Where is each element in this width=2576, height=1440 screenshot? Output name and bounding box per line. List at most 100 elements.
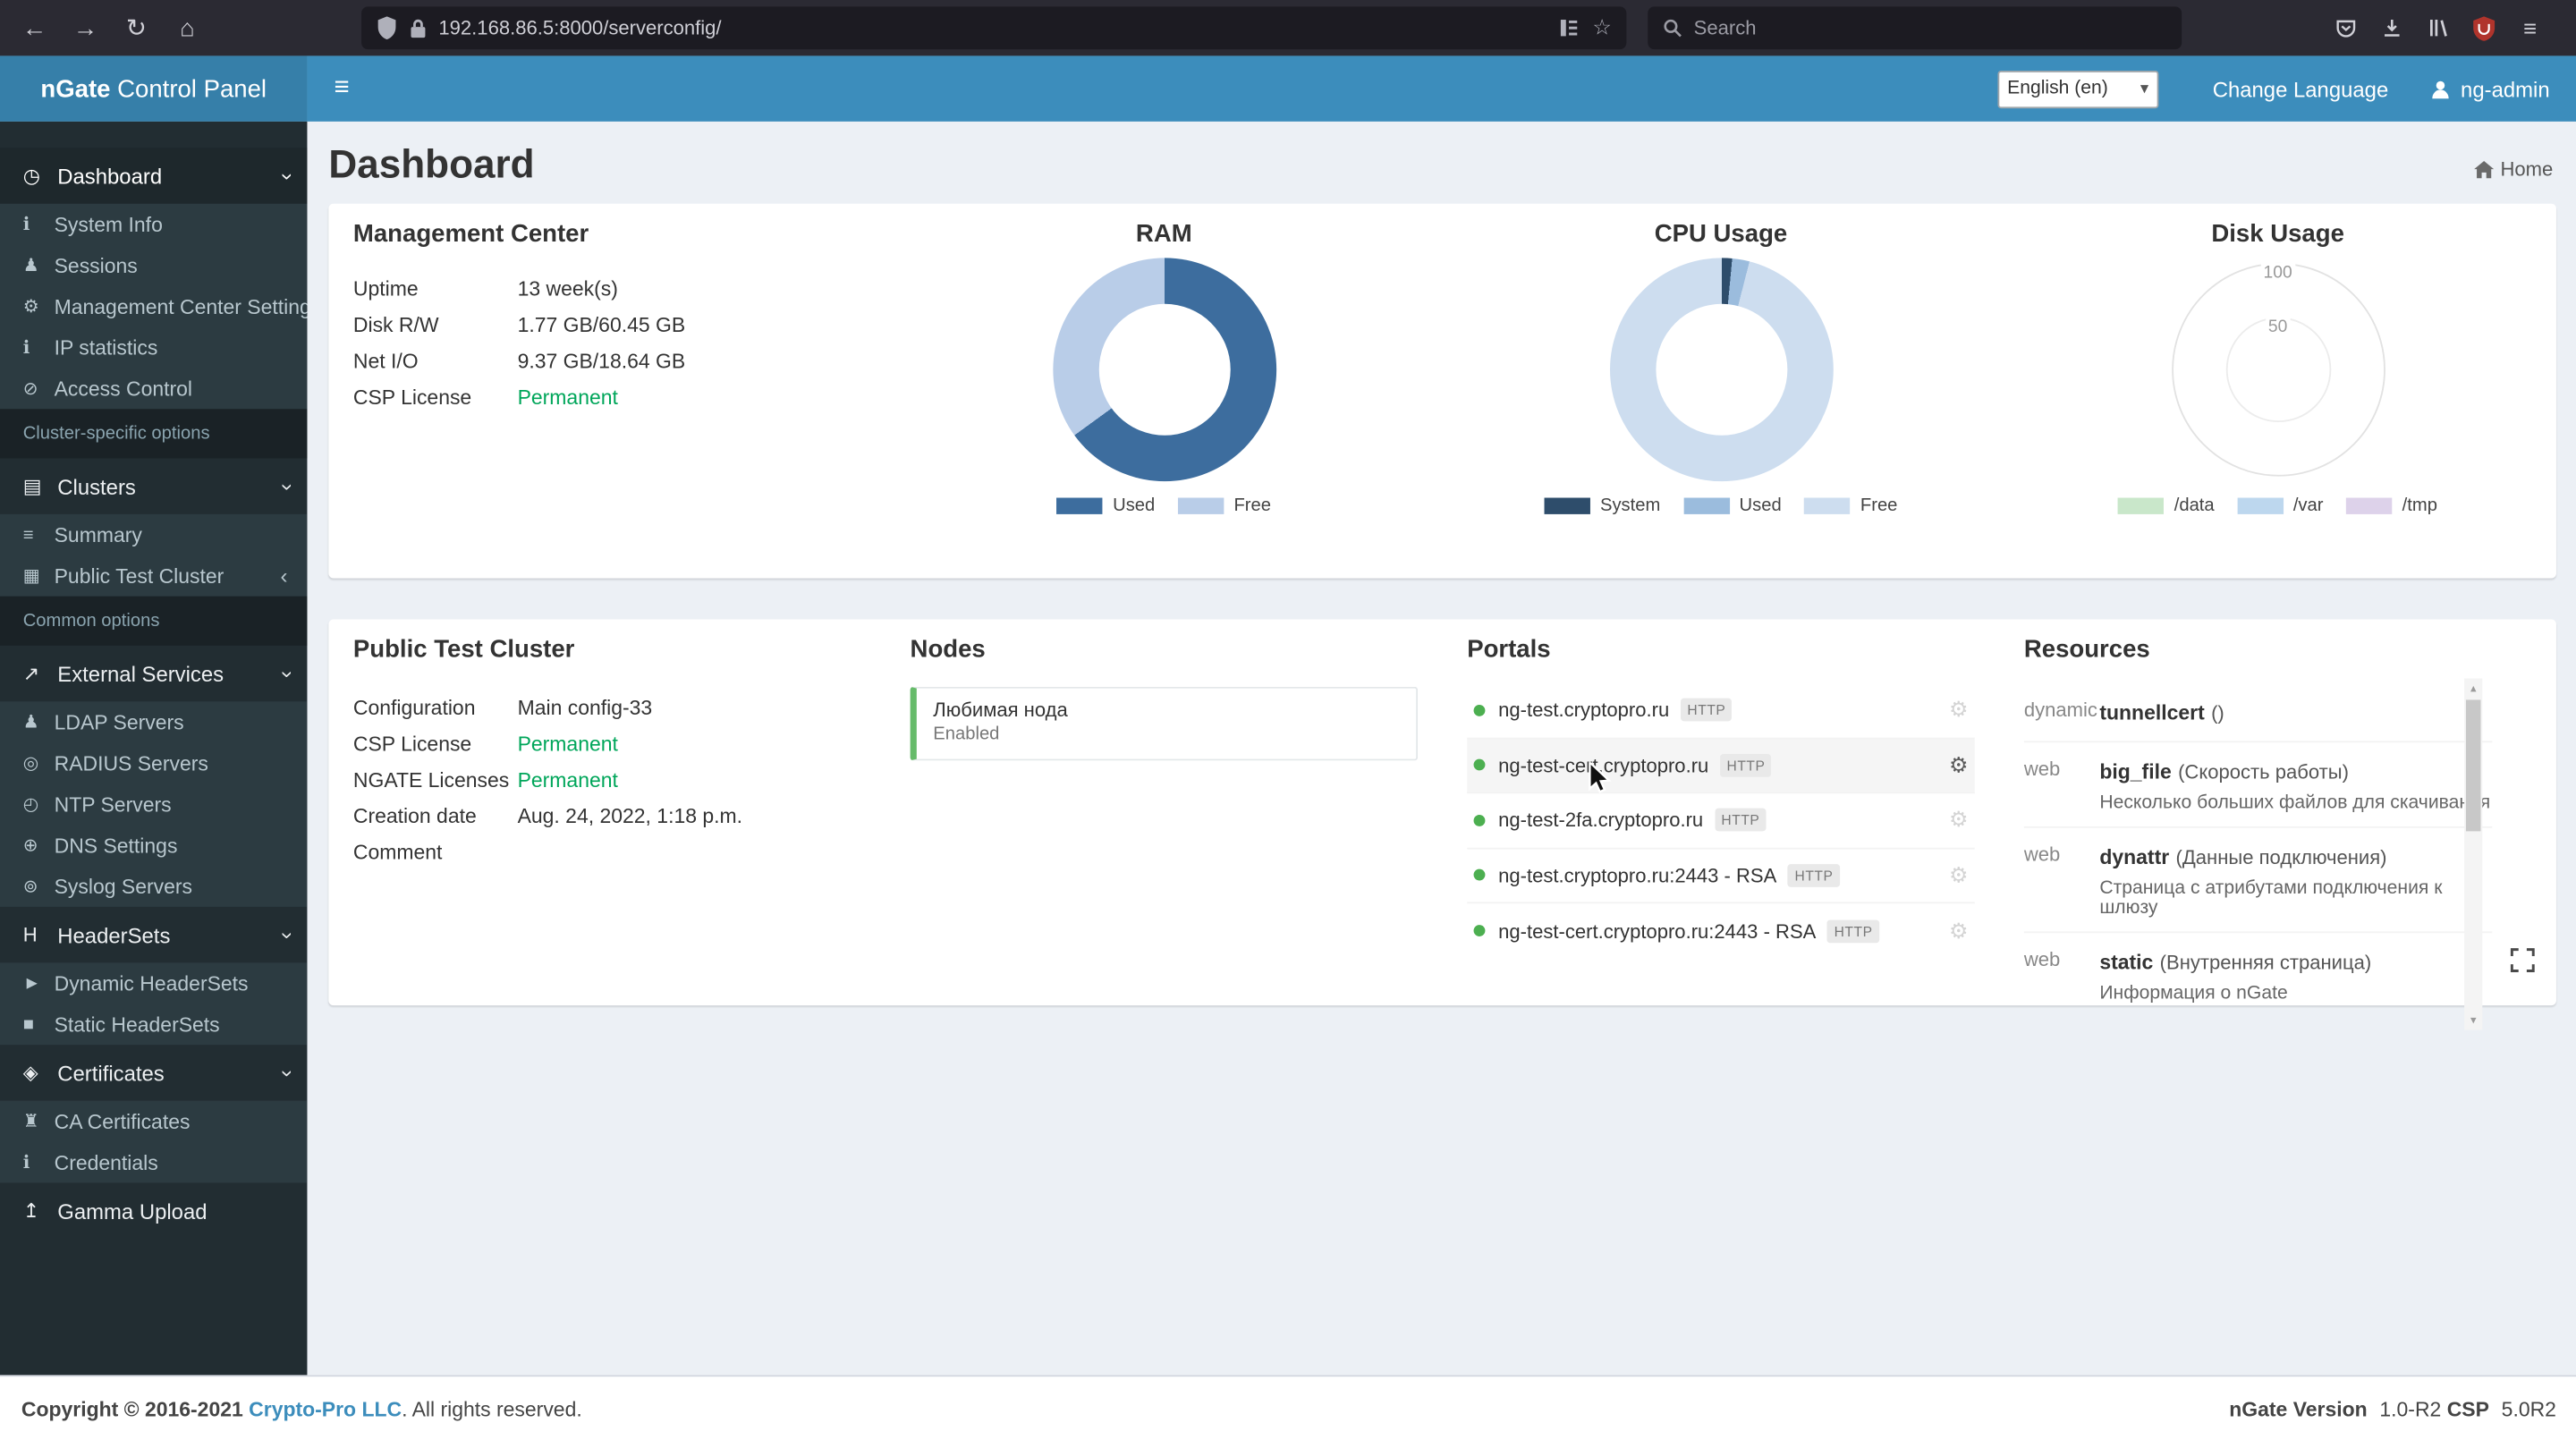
license-status-value: Permanent [517, 385, 618, 410]
sidebar-item-label: Clusters [57, 473, 136, 499]
app-logo[interactable]: nGate Control Panel [0, 55, 308, 122]
sidebar-item-public-test-cluster[interactable]: ▦ Public Test Cluster ‹ [0, 555, 307, 597]
chevron-down-icon: ▾ [2140, 80, 2149, 98]
legend-label: Free [1233, 496, 1272, 516]
portal-name: ng-test.cryptopro.ru:2443 - RSA [1498, 863, 1777, 887]
table-row: CSP License Permanent [353, 726, 861, 762]
sidebar-item-access-control[interactable]: ⊘ Access Control [0, 368, 307, 409]
sidebar-item-system-info[interactable]: ℹ System Info [0, 204, 307, 245]
resource-description: Информация о nGate [2099, 984, 2288, 1004]
sidebar-item-syslog-servers[interactable]: ⊚ Syslog Servers [0, 866, 307, 907]
browser-home-button[interactable]: ⌂ [165, 6, 210, 49]
library-icon[interactable] [2415, 6, 2461, 49]
browser-reload-button[interactable]: ↻ [114, 6, 159, 49]
disk-panel: Disk Usage 100 50 /data /var /tmp [1999, 204, 2556, 579]
browser-toolbar-icons: ≡ [2323, 6, 2553, 49]
sidebar-item-summary[interactable]: ≡ Summary [0, 514, 307, 555]
pocket-icon[interactable] [2323, 6, 2368, 49]
browser-search-input[interactable] [1693, 16, 2167, 40]
bookmark-star-icon[interactable]: ☆ [1592, 15, 1611, 41]
sidebar-item-ntp-servers[interactable]: ◴ NTP Servers [0, 784, 307, 825]
brand-bold: nGate [40, 74, 111, 103]
sidebar-item-headersets[interactable]: H HeaderSets ‹ [0, 907, 307, 962]
sidebar-item-gamma-upload[interactable]: ↥ Gamma Upload [0, 1182, 307, 1238]
downloads-icon[interactable] [2369, 6, 2415, 49]
lock-icon[interactable] [409, 17, 427, 38]
tracking-shield-icon[interactable] [377, 16, 398, 40]
gear-icon[interactable]: ⚙ [1949, 807, 1968, 833]
row-label: Creation date [352, 805, 477, 828]
adblock-shield-icon[interactable] [2461, 6, 2506, 49]
scrollbar-thumb[interactable] [2465, 699, 2481, 832]
reader-view-icon[interactable] [1560, 18, 1580, 38]
portal-name: ng-test.cryptopro.ru [1498, 699, 1670, 722]
brand-rest: Control Panel [110, 74, 267, 103]
sidebar-item-dns-settings[interactable]: ⊕ DNS Settings [0, 825, 307, 866]
change-language-button[interactable]: Change Language [2184, 55, 2416, 121]
sidebar-item-external-services[interactable]: ↗ External Services ‹ [0, 646, 307, 701]
syslog-icon: ⊚ [22, 877, 38, 897]
breadcrumb[interactable]: Home [2474, 157, 2553, 181]
user-icon [2431, 80, 2449, 98]
sidebar-item-ldap-servers[interactable]: ♟ LDAP Servers [0, 701, 307, 742]
sidebar-item-management-center-settings[interactable]: ⚙ Management Center Settings [0, 286, 308, 327]
sidebar-item-clusters[interactable]: ▤ Clusters ‹ [0, 458, 307, 513]
portal-row[interactable]: ng-test-cert.cryptopro.ru:2443 - RSA HTT… [1467, 903, 1975, 959]
resource-extra: (Данные подключения) [2175, 845, 2387, 869]
browser-forward-button[interactable]: → [63, 6, 108, 49]
cluster-info-panel: Public Test Cluster Configuration Main c… [328, 619, 886, 1005]
scroll-up-icon[interactable]: ▴ [2464, 679, 2482, 699]
screen: ← → ↻ ⌂ ☆ [0, 0, 2576, 1440]
gear-icon[interactable]: ⚙ [1949, 752, 1968, 778]
sidebar-item-label: CA Certificates [54, 1109, 191, 1133]
row-value: Main config-33 [517, 696, 653, 720]
scroll-down-icon[interactable]: ▾ [2464, 1011, 2482, 1030]
username-label: ng-admin [2461, 76, 2550, 101]
legend-label: Free [1860, 496, 1898, 516]
portal-row[interactable]: ng-test-cert.cryptopro.ru HTTP ⚙ [1467, 738, 1975, 794]
browser-search-bar[interactable] [1648, 6, 2182, 50]
portal-row[interactable]: ng-test.cryptopro.ru:2443 - RSA HTTP ⚙ [1467, 849, 1975, 904]
gear-icon[interactable]: ⚙ [1949, 918, 1968, 944]
sidebar-toggle-icon[interactable]: ≡ [307, 55, 376, 121]
fullscreen-expand-icon[interactable] [2509, 946, 2535, 972]
panel-title: Portals [1467, 635, 1551, 665]
url-input[interactable] [438, 16, 1546, 40]
globe-icon: ⊕ [22, 835, 38, 856]
page-title: Dashboard [328, 142, 535, 188]
sidebar-item-certificates[interactable]: ◈ Certificates ‹ [0, 1045, 307, 1100]
breadcrumb-home-label[interactable]: Home [2500, 157, 2553, 181]
sidebar-item-sessions[interactable]: ♟ Sessions [0, 245, 307, 286]
browser-menu-icon[interactable]: ≡ [2507, 6, 2553, 49]
cluster-info-table: Configuration Main config-33 CSP License… [353, 690, 861, 870]
system-status-box: Management Center Uptime 13 week(s) Disk… [328, 203, 2556, 579]
sidebar-item-ca-certificates[interactable]: ♜ CA Certificates [0, 1101, 307, 1142]
language-select[interactable]: English (en) ▾ [1997, 70, 2159, 108]
sidebar-item-static-headersets[interactable]: ■ Static HeaderSets [0, 1004, 307, 1045]
sidebar-item-label: External Services [57, 661, 225, 686]
sidebar-item-dashboard[interactable]: ◷ Dashboard ‹ [0, 148, 308, 204]
browser-back-button[interactable]: ← [12, 6, 57, 49]
sidebar-item-dynamic-headersets[interactable]: ► Dynamic HeaderSets [0, 962, 307, 1004]
url-bar[interactable]: ☆ [361, 6, 1627, 50]
table-row: Disk R/W 1.77 GB/60.45 GB [353, 307, 861, 343]
scrollbar[interactable]: ▴ ▾ [2464, 678, 2483, 1030]
sidebar-item-radius-servers[interactable]: ◎ RADIUS Servers [0, 742, 307, 784]
table-row: Creation date Aug. 24, 2022, 1:18 p.m. [353, 799, 861, 834]
row-label: Disk R/W [352, 313, 439, 337]
portal-row[interactable]: ng-test.cryptopro.ru HTTP ⚙ [1467, 683, 1975, 739]
company-link[interactable]: Crypto-Pro LLC [249, 1397, 402, 1420]
legend-swatch [2118, 497, 2165, 514]
legend-swatch [2346, 497, 2393, 514]
copyright-text: Copyright © 2016-2021 Crypto-Pro LLC. Al… [21, 1397, 582, 1420]
portal-row[interactable]: ng-test-2fa.cryptopro.ru HTTP ⚙ [1467, 793, 1975, 849]
resource-row: web big_file (Скорость работы) Несколько … [2023, 742, 2493, 828]
gear-icon[interactable]: ⚙ [1949, 862, 1968, 888]
sidebar-item-ip-statistics[interactable]: ℹ IP statistics [0, 327, 307, 368]
sidebar-item-credentials[interactable]: ℹ Credentials [0, 1142, 307, 1183]
gear-icon[interactable]: ⚙ [1949, 697, 1968, 723]
node-card[interactable]: Любимая нода Enabled [910, 686, 1419, 761]
resource-type: web [2023, 757, 2061, 781]
user-menu[interactable]: ng-admin [2416, 55, 2576, 121]
legend-label: Used [1113, 496, 1156, 516]
